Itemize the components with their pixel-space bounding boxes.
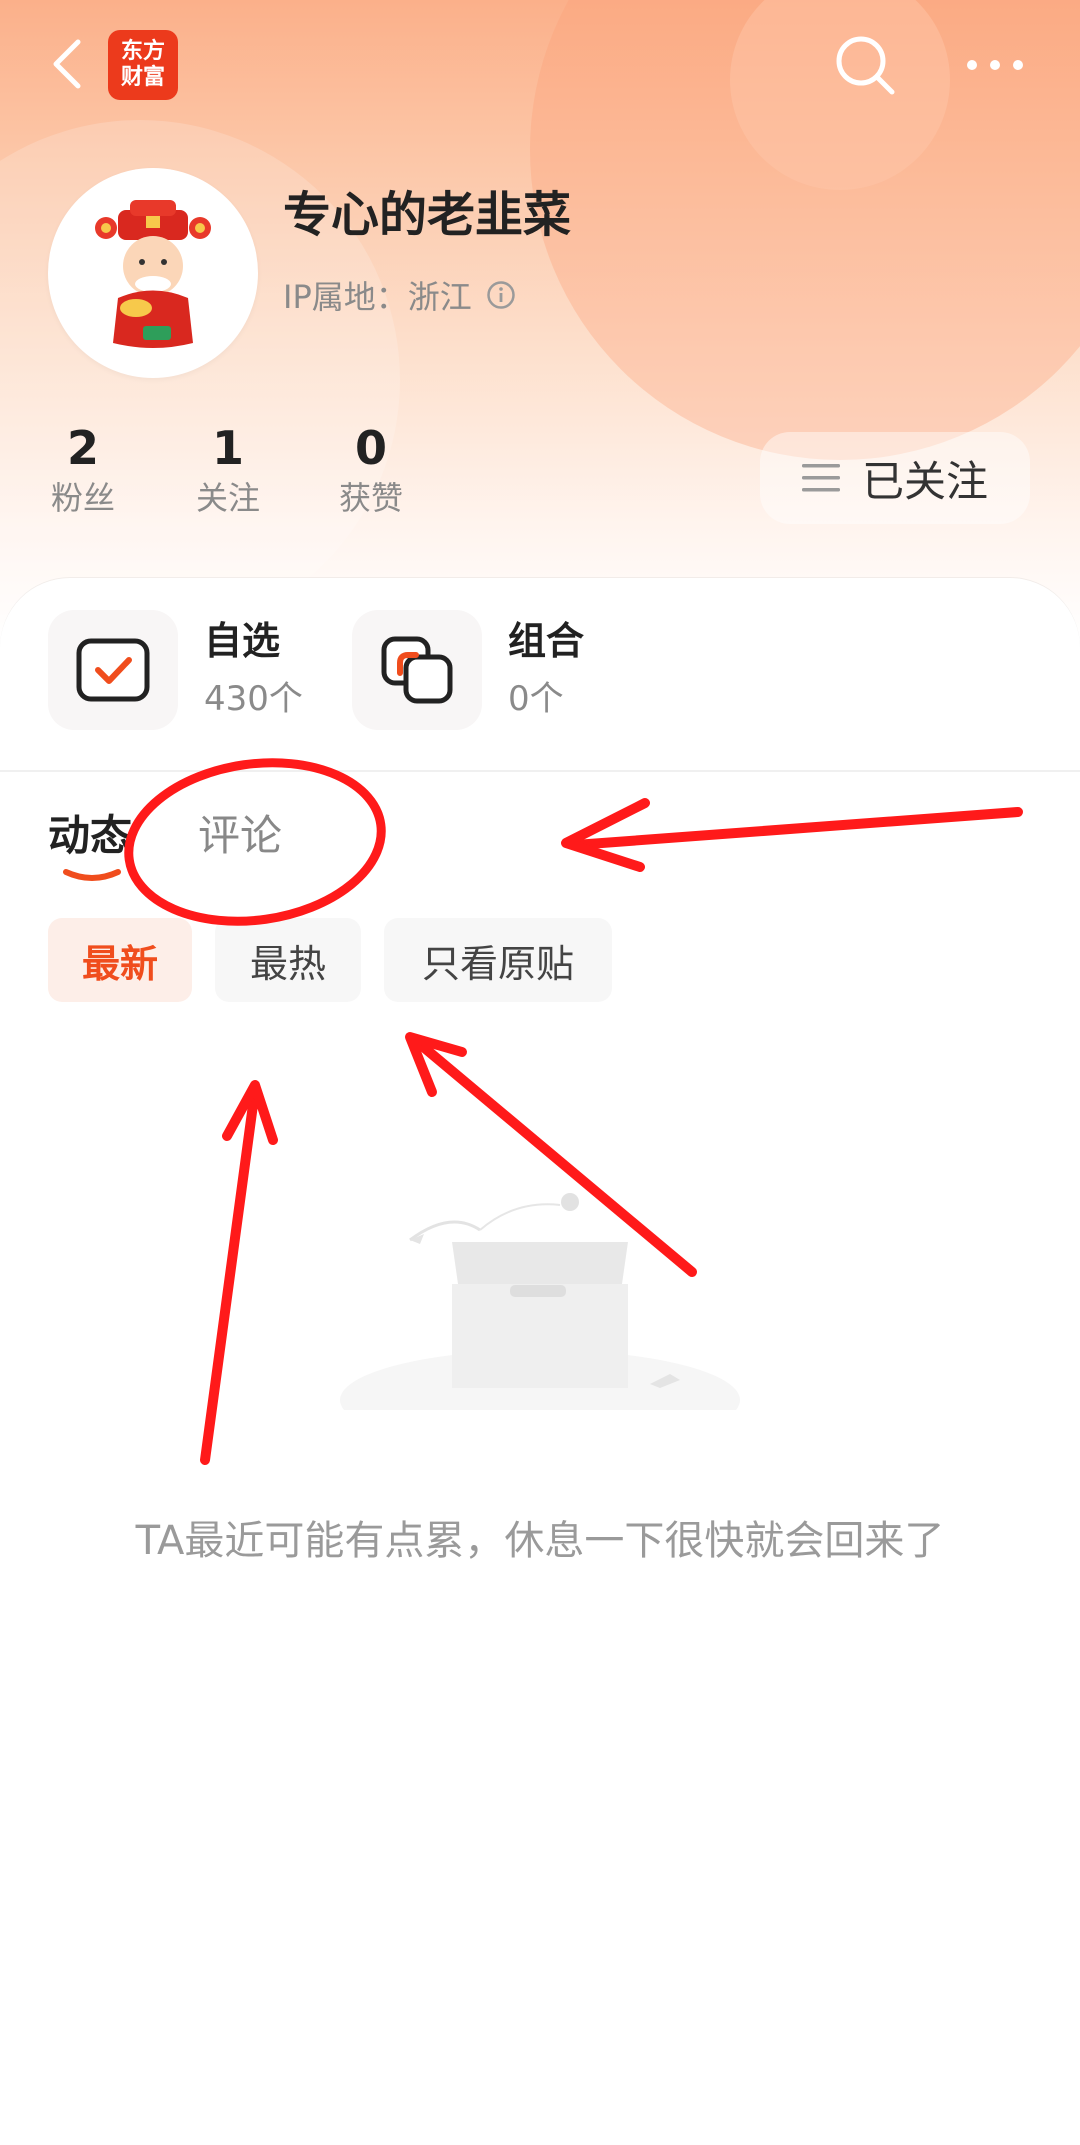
filter-hottest[interactable]: 最热 bbox=[215, 918, 361, 1002]
portfolio-count: 0个 bbox=[508, 679, 564, 719]
watchlist-title: 自选 bbox=[204, 619, 281, 663]
stat-value: 0 bbox=[354, 421, 387, 475]
tab-comments[interactable]: 评论 bbox=[198, 808, 282, 864]
stat-label: 关注 bbox=[195, 479, 260, 517]
followed-button[interactable]: 已关注 bbox=[760, 432, 1030, 524]
search-button[interactable] bbox=[830, 30, 900, 100]
stat-following[interactable]: 1 关注 bbox=[168, 420, 288, 520]
logo-text-line2: 财富 bbox=[120, 65, 165, 90]
stat-label: 获赞 bbox=[338, 479, 403, 517]
more-dots-icon bbox=[967, 60, 1023, 70]
info-icon[interactable] bbox=[486, 280, 516, 310]
app-logo: 东方 财富 bbox=[108, 30, 178, 100]
portfolio-title: 组合 bbox=[508, 619, 585, 663]
stat-likes[interactable]: 0 获赞 bbox=[311, 420, 431, 520]
checkbox-checked-icon bbox=[76, 638, 150, 702]
portfolio-icon bbox=[381, 636, 453, 704]
more-button[interactable] bbox=[960, 40, 1030, 90]
watchlist-icon-box bbox=[48, 610, 178, 730]
search-icon bbox=[836, 36, 895, 95]
stat-value: 1 bbox=[211, 421, 244, 475]
watchlist-entry[interactable]: 自选 430个 bbox=[48, 610, 303, 730]
stat-fans[interactable]: 2 粉丝 bbox=[23, 420, 143, 520]
tab-dynamics[interactable]: 动态 bbox=[48, 808, 132, 864]
logo-text-line1: 东方 bbox=[120, 39, 165, 64]
portfolio-icon-box bbox=[352, 610, 482, 730]
empty-box-icon bbox=[340, 1193, 740, 1410]
avatar[interactable] bbox=[48, 168, 258, 378]
ip-location-row: IP属地：浙江 bbox=[283, 272, 516, 318]
stat-label: 粉丝 bbox=[50, 479, 115, 517]
filter-latest[interactable]: 最新 bbox=[48, 918, 192, 1002]
filter-original-only[interactable]: 只看原贴 bbox=[384, 918, 612, 1002]
section-divider bbox=[0, 770, 1080, 772]
top-bar: 东方 财富 bbox=[0, 20, 1080, 110]
followed-button-label: 已关注 bbox=[861, 456, 988, 506]
menu-lines-icon bbox=[801, 464, 840, 492]
portfolio-entry[interactable]: 组合 0个 bbox=[352, 610, 584, 730]
empty-state-message: TA最近可能有点累，休息一下很快就会回来了 bbox=[135, 1518, 945, 1564]
back-arrow-icon bbox=[53, 39, 81, 89]
username: 专心的老韭菜 bbox=[283, 187, 572, 243]
ip-location: IP属地：浙江 bbox=[283, 278, 472, 316]
watchlist-count: 430个 bbox=[204, 679, 303, 719]
tab-active-indicator bbox=[63, 869, 121, 881]
stat-value: 2 bbox=[66, 421, 99, 475]
back-button[interactable] bbox=[40, 34, 100, 94]
caishen-avatar-icon bbox=[95, 200, 211, 348]
